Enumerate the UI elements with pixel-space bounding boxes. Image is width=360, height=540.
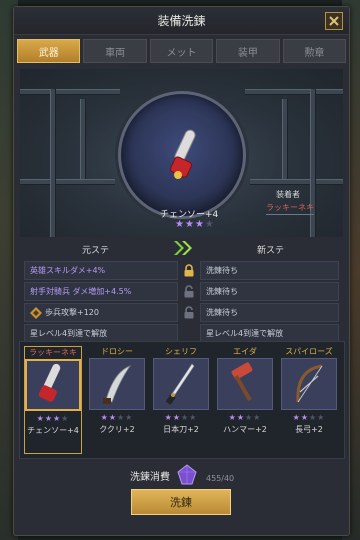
tab-medal[interactable]: 勲章 bbox=[282, 39, 347, 63]
character-stars: ★★★★ bbox=[36, 414, 70, 423]
decor-pipe bbox=[50, 89, 56, 237]
katana-icon bbox=[165, 363, 195, 405]
lock-icon bbox=[184, 264, 194, 277]
lock-button[interactable] bbox=[182, 261, 196, 280]
decor-pipe bbox=[250, 179, 343, 185]
infantry-icon bbox=[30, 306, 42, 319]
new-stat: 洗錬待ち bbox=[200, 303, 339, 322]
character-stars: ★★★★ bbox=[228, 413, 262, 422]
tab-helmet[interactable]: メット bbox=[149, 39, 214, 63]
star-icon: ★ bbox=[204, 219, 215, 230]
refine-stone-icon bbox=[177, 464, 197, 485]
double-arrow-icon bbox=[174, 241, 192, 255]
character-name: スパイローズ bbox=[285, 347, 333, 356]
cost-label: 洗鍊消費 bbox=[130, 471, 170, 483]
character-card[interactable]: スパイローズ ★★★★ 長弓+2 bbox=[280, 346, 338, 454]
chainsaw-icon[interactable] bbox=[166, 127, 206, 183]
bow-icon bbox=[296, 364, 323, 403]
character-card[interactable]: ドロシー ★★★★ ククリ+2 bbox=[88, 346, 146, 454]
character-name: ラッキーネキ bbox=[29, 348, 77, 357]
equipment-display: チェンソー+4 ★★★★ 装着者 ラッキーネキ bbox=[20, 69, 343, 237]
equipper-name: ラッキーネキ bbox=[266, 202, 314, 215]
hammer-icon bbox=[231, 362, 253, 402]
character-stars: ★★★★ bbox=[100, 413, 134, 422]
decor-pipe bbox=[245, 89, 343, 95]
close-icon bbox=[329, 16, 339, 26]
new-stat: 洗錬待ち bbox=[200, 261, 339, 280]
character-item-frame bbox=[281, 358, 337, 410]
equipped-item-stars: ★★★★ bbox=[175, 219, 215, 230]
star-icon: ★ bbox=[184, 219, 195, 230]
old-stat: 射手対騎兵 ダメ増加+4.5% bbox=[24, 282, 178, 301]
stat-row: 英雄スキルダメ+4% 洗錬待ち bbox=[24, 261, 339, 280]
stat-row: 歩兵攻撃+120 洗錬待ち bbox=[24, 303, 339, 322]
lock-button[interactable] bbox=[182, 303, 196, 322]
star-icon: ★ bbox=[175, 219, 185, 230]
character-item-frame bbox=[25, 359, 81, 411]
lock-button[interactable] bbox=[182, 282, 196, 301]
tab-vehicle[interactable]: 車両 bbox=[83, 39, 147, 63]
character-card[interactable]: シェリフ ★★★★ 日本刀+2 bbox=[152, 346, 210, 454]
chainsaw-icon bbox=[38, 363, 61, 402]
character-item-frame bbox=[153, 358, 209, 410]
old-stats-label: 元ステ bbox=[82, 246, 110, 256]
character-item-name: チェンソー+4 bbox=[27, 426, 79, 435]
character-item-name: ククリ+2 bbox=[99, 425, 135, 434]
close-button[interactable] bbox=[325, 12, 343, 30]
refine-button[interactable]: 洗鍊 bbox=[131, 489, 231, 515]
unlock-icon bbox=[184, 285, 194, 298]
tab-armor[interactable]: 装甲 bbox=[216, 39, 280, 63]
tab-weapon[interactable]: 武器 bbox=[17, 39, 81, 63]
character-item-name: ハンマー+2 bbox=[223, 425, 267, 434]
category-tabs: 武器 車両 メット 装甲 勲章 bbox=[14, 35, 349, 63]
character-item-name: 日本刀+2 bbox=[163, 425, 199, 434]
character-stars: ★★★★ bbox=[292, 413, 326, 422]
stat-row: 射手対騎兵 ダメ増加+4.5% 洗錬待ち bbox=[24, 282, 339, 301]
unlock-icon bbox=[184, 306, 194, 319]
character-card[interactable]: ラッキーネキ ★★★★ チェンソー+4 bbox=[24, 346, 82, 454]
character-stars: ★★★★ bbox=[164, 413, 198, 422]
character-name: エイダ bbox=[233, 347, 257, 356]
old-stat: 歩兵攻撃+120 bbox=[24, 303, 178, 322]
equipper-label: 装着者 bbox=[276, 190, 300, 199]
character-item-frame bbox=[217, 358, 273, 410]
stats-header: 元ステ 新ステ bbox=[14, 237, 349, 261]
window-title: 装備洗鍊 bbox=[157, 14, 206, 28]
old-stat: 英雄スキルダメ+4% bbox=[24, 261, 178, 280]
character-item-name: 長弓+2 bbox=[295, 425, 323, 434]
character-card[interactable]: エイダ ★★★★ ハンマー+2 bbox=[216, 346, 274, 454]
old-stat-text: 歩兵攻撃+120 bbox=[45, 308, 99, 317]
cost-value: 455/40 bbox=[206, 473, 235, 483]
title-bar: 装備洗鍊 bbox=[14, 7, 349, 35]
decor-pipe bbox=[80, 99, 86, 179]
refine-cost: 洗鍊消費 455/40 bbox=[130, 464, 234, 486]
stat-comparison: 英雄スキルダメ+4% 洗錬待ち 射手対騎兵 ダメ増加+4.5% 洗錬待ち 歩兵攻… bbox=[24, 261, 339, 343]
decor-pipe bbox=[20, 179, 115, 185]
character-name: ドロシー bbox=[101, 347, 133, 356]
character-selector: ラッキーネキ ★★★★ チェンソー+4 ドロシー ★★★★ ククリ+2 シェリフ… bbox=[19, 341, 345, 459]
star-icon: ★ bbox=[194, 219, 205, 230]
kukri-icon bbox=[103, 365, 132, 404]
new-stat: 洗錬待ち bbox=[200, 282, 339, 301]
character-item-frame bbox=[89, 358, 145, 410]
equipment-refine-window: 装備洗鍊 武器 車両 メット 装甲 勲章 チェンソー+4 ★★★★ 装着者 ラッ… bbox=[13, 6, 350, 536]
decor-pipe bbox=[20, 89, 120, 95]
new-stats-label: 新ステ bbox=[257, 246, 285, 256]
decor-pipe bbox=[282, 99, 288, 179]
character-name: シェリフ bbox=[165, 347, 197, 356]
